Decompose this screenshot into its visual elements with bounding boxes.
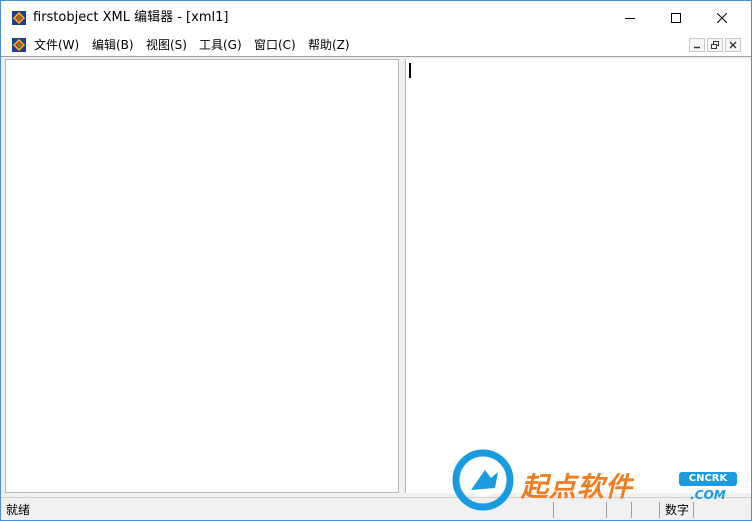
maximize-button[interactable] [653,1,699,34]
watermark-logo: 起点软件 CNCRK .COM [451,447,741,513]
menu-tools[interactable]: 工具(G) [199,37,242,53]
mdi-close-button[interactable] [725,38,741,52]
window-title: firstobject XML 编辑器 - [xml1] [33,10,229,25]
mdi-close-icon [729,41,737,49]
mdi-restore-icon [711,41,719,49]
watermark-badge-bottom: .COM [690,488,726,502]
menu-file[interactable]: 文件(W) [34,37,79,53]
menu-help[interactable]: 帮助(Z) [308,37,350,53]
mdi-minimize-icon [694,46,700,49]
mdi-minimize-button[interactable] [689,38,705,52]
close-icon [717,12,727,23]
watermark-badge-top: CNCRK [679,472,737,486]
title-bar[interactable]: firstobject XML 编辑器 - [xml1] [1,1,751,34]
watermark-badge: CNCRK .COM [679,472,737,506]
mdi-restore-button[interactable] [707,38,723,52]
menu-bar: 文件(W) 编辑(B) 视图(S) 工具(G) 窗口(C) 帮助(Z) [1,34,751,56]
menu-window[interactable]: 窗口(C) [254,37,296,53]
close-button[interactable] [699,1,745,34]
minimize-button[interactable] [607,1,653,34]
maximize-icon [671,12,681,23]
status-text: 就绪 [6,503,31,517]
editor-area [1,56,751,497]
tree-view-pane[interactable] [5,59,399,493]
text-editor-pane[interactable] [405,59,751,493]
app-window: firstobject XML 编辑器 - [xml1] 文件(W) 编辑(B)… [0,0,752,521]
watermark-brand: 起点软件 [521,472,633,503]
menu-view[interactable]: 视图(S) [146,37,187,53]
menu-edit[interactable]: 编辑(B) [92,37,134,53]
document-icon[interactable] [11,37,27,53]
watermark-circle-arrow-icon [452,449,514,511]
minimize-icon [625,17,635,19]
app-icon [12,11,26,25]
text-caret [409,63,411,78]
